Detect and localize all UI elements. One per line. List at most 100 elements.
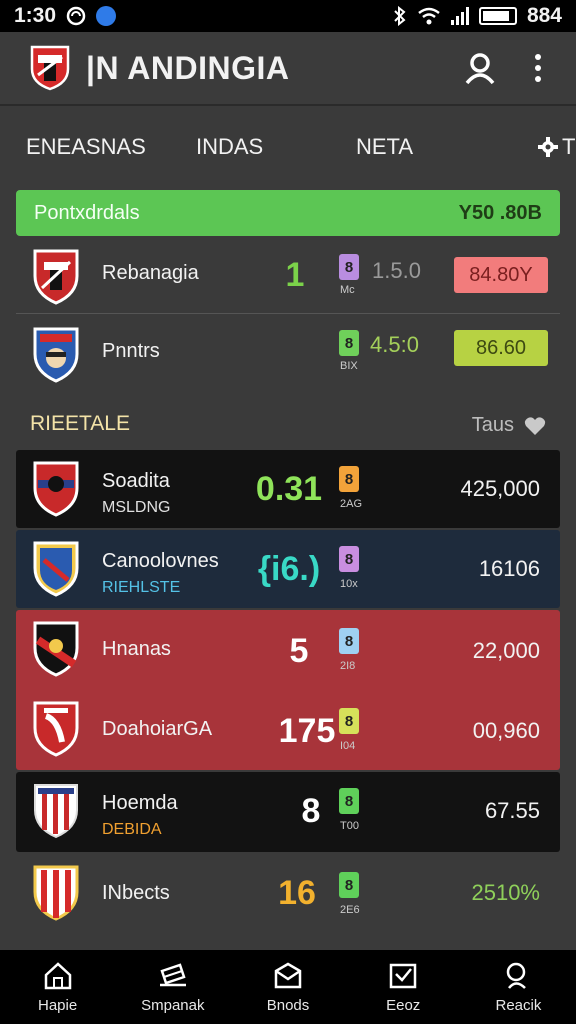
app-logo (30, 45, 70, 91)
mail-icon (274, 962, 302, 988)
team-score: {i6.) (257, 550, 321, 588)
rank-badge: 8 (339, 708, 359, 734)
app-title: |N ANDINGIA (86, 49, 290, 86)
more-options-button[interactable] (518, 48, 558, 88)
odd-value: 4.5:0 (370, 332, 419, 357)
team-value: 67.55 (484, 798, 540, 823)
team-score: 0.31 (255, 470, 323, 508)
nav-bonds[interactable]: Bnods (230, 950, 345, 1024)
featured-header[interactable]: Pontxdrdals Y50 .80B (16, 190, 560, 236)
tab-3[interactable]: TN (538, 134, 576, 160)
odds-box[interactable]: 86.60 (454, 330, 548, 366)
team-name: Soadita (102, 470, 170, 492)
nav-label: Reacik (495, 996, 542, 1014)
team-subtitle: RIEHLSTE (102, 579, 181, 596)
check-box-icon (389, 963, 417, 988)
status-bar: 1:30 884 (0, 0, 576, 32)
team-crest (33, 865, 79, 921)
rank-badge: 8 (339, 254, 359, 280)
rank-badge: 8 (339, 628, 359, 654)
section-title: RIEETALE (30, 412, 130, 435)
badge-sub: 2AG (340, 498, 363, 510)
nav-tickets[interactable]: Smpanak (115, 950, 230, 1024)
tab-3-label: TN (562, 134, 576, 159)
odds-box[interactable]: 84.80Y (454, 257, 548, 293)
nav-label: Smpanak (141, 996, 205, 1014)
team-name: Hnanas (102, 638, 171, 660)
team-value: 16106 (478, 556, 540, 581)
nav-search[interactable]: Reacik (461, 950, 576, 1024)
status-time: 1:30 (14, 4, 57, 27)
team-name: Hoemda (102, 792, 178, 814)
team-subtitle: DEBIDA (102, 821, 162, 838)
tab-2[interactable]: NETA (356, 134, 413, 160)
team-name: DoahoiarGA (102, 718, 213, 740)
sync-icon (66, 6, 86, 26)
rank-badge: 8 (339, 546, 359, 572)
tab-1[interactable]: INDAS (196, 134, 263, 160)
nav-home[interactable]: Hapie (0, 950, 115, 1024)
team-crest (33, 541, 79, 597)
team-value: 2510% (471, 880, 540, 905)
featured-value: Y50 .80B (458, 201, 542, 224)
signal-icon (450, 7, 469, 25)
team-value: 425,000 (460, 476, 540, 501)
match-row[interactable]: Rebanagia 1 8 Mc 1.5.0 84.80Y (16, 240, 560, 312)
bluetooth-icon (394, 6, 406, 26)
featured-title: Pontxdrdals (34, 201, 140, 224)
divider (16, 313, 560, 314)
team-name-block: Soadita MSLDNG (102, 470, 170, 517)
tab-0[interactable]: ENEASNAS (26, 134, 146, 160)
team-name: Canoolovnes (102, 550, 219, 572)
badge-sub: I04 (340, 740, 356, 752)
profile-button[interactable] (460, 48, 500, 88)
team-crest (33, 249, 79, 305)
odd-value: 1.5.0 (372, 258, 421, 283)
battery-level: 884 (526, 4, 562, 27)
nav-label: Eeoz (386, 996, 421, 1014)
badge-sub: 2I8 (340, 660, 356, 672)
list-item[interactable]: DoahoiarGA 175 8 I04 00,960 (16, 690, 560, 770)
list-item[interactable]: INbects 16 8 2E6 2510% (16, 856, 560, 936)
team-name: INbects (102, 882, 170, 904)
match-row[interactable]: Pnntrs 8 BIX 4.5:0 86.60 (16, 318, 560, 394)
list-item[interactable]: Hoemda DEBIDA 8 8 T00 67.55 (16, 772, 560, 852)
list-item[interactable]: Soadita MSLDNG 0.31 8 2AG 425,000 (16, 450, 560, 528)
tab-bar: ENEASNAS INDAS NETA TN (0, 108, 576, 182)
favorites-toggle[interactable]: Taus (472, 414, 546, 437)
rank-badge: 8 (339, 872, 359, 898)
rank-badge: 8 (339, 330, 359, 356)
team-value: 00,960 (472, 718, 540, 743)
team-value: 22,000 (472, 638, 540, 663)
team-subtitle: MSLDNG (102, 499, 171, 516)
list-item[interactable]: Canoolovnes RIEHLSTE {i6.) 8 10x 16106 (16, 530, 560, 608)
badge-sub: T00 (340, 820, 359, 832)
team-score: 5 (289, 632, 309, 670)
team-crest (33, 701, 79, 757)
nav-label: Bnods (266, 996, 310, 1014)
rank-badge: 8 (339, 466, 359, 492)
gear-icon (538, 137, 558, 157)
team-name-block: Canoolovnes RIEHLSTE (102, 550, 219, 597)
badge-sub: 2E6 (340, 904, 360, 916)
team-name-block: Hoemda DEBIDA (102, 792, 178, 839)
badge-sub: Mc (340, 284, 355, 296)
rank-badge: 8 (339, 788, 359, 814)
list-item[interactable]: Hnanas 5 8 2I8 22,000 (16, 610, 560, 690)
nav-label: Hapie (38, 996, 78, 1014)
badge-sub: BIX (340, 360, 358, 372)
heart-icon (524, 416, 546, 435)
team-score: 1 (285, 256, 305, 294)
bottom-nav: Hapie Smpanak Bnods Eeoz Reacik (0, 950, 576, 1024)
badge-sub: 10x (340, 578, 358, 590)
team-crest (34, 784, 78, 839)
more-vert-icon (535, 54, 541, 82)
wifi-icon (418, 7, 440, 25)
ticket-icon (159, 962, 186, 986)
team-name: Rebanagia (102, 262, 199, 284)
nav-eeoz[interactable]: Eeoz (346, 950, 461, 1024)
search-icon (507, 962, 527, 989)
team-name: Pnntrs (102, 340, 160, 362)
battery-icon (478, 7, 517, 25)
user-icon (465, 53, 495, 85)
